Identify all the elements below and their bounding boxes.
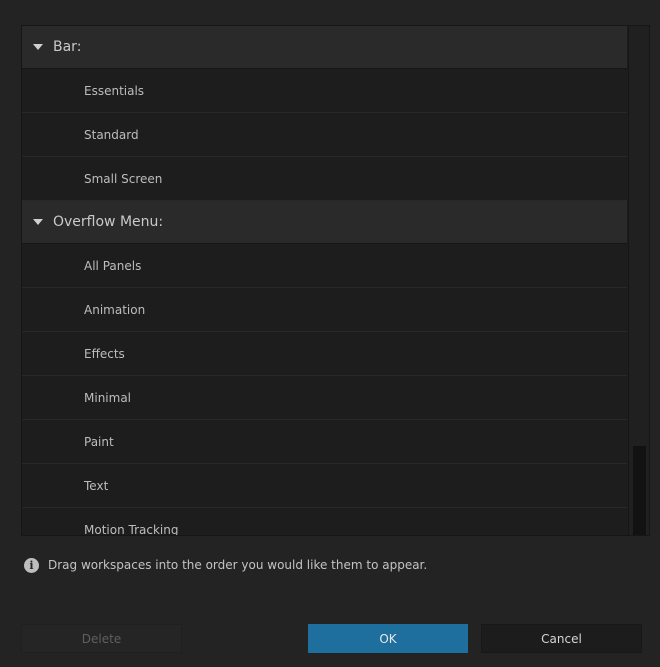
- workspace-item-motion-tracking[interactable]: Motion Tracking: [22, 508, 627, 535]
- workspace-item-essentials[interactable]: Essentials: [22, 69, 627, 113]
- scrollbar-thumb[interactable]: [633, 446, 646, 535]
- workspace-item-label: Paint: [84, 434, 114, 449]
- group-header-bar[interactable]: Bar:: [22, 26, 627, 69]
- ok-button[interactable]: OK: [308, 624, 468, 653]
- workspace-item-label: Essentials: [84, 83, 145, 98]
- workspace-item-label: Motion Tracking: [84, 522, 179, 536]
- info-icon: i: [24, 557, 39, 573]
- workspace-item-label: Effects: [84, 346, 125, 361]
- workspace-item-label: Standard: [84, 127, 139, 142]
- workspace-item-animation[interactable]: Animation: [22, 288, 627, 332]
- workspace-list-content: Bar: Essentials Standard Small Screen Ov…: [22, 26, 627, 535]
- workspace-item-small-screen[interactable]: Small Screen: [22, 157, 627, 201]
- workspace-item-label: Text: [84, 478, 109, 493]
- cancel-button[interactable]: Cancel: [481, 624, 642, 653]
- edit-workspaces-dialog: Bar: Essentials Standard Small Screen Ov…: [0, 0, 660, 667]
- workspace-list: Bar: Essentials Standard Small Screen Ov…: [21, 25, 650, 536]
- group-label: Bar:: [53, 39, 82, 55]
- workspace-item-label: Animation: [84, 302, 146, 317]
- workspace-item-minimal[interactable]: Minimal: [22, 376, 627, 420]
- workspace-item-label: All Panels: [84, 258, 142, 273]
- workspace-item-text[interactable]: Text: [22, 464, 627, 508]
- group-header-overflow-menu[interactable]: Overflow Menu:: [22, 201, 627, 244]
- triangle-down-icon[interactable]: [33, 44, 43, 50]
- workspace-item-label: Minimal: [84, 390, 132, 405]
- workspace-item-label: Small Screen: [84, 171, 163, 186]
- workspace-item-standard[interactable]: Standard: [22, 113, 627, 157]
- group-label: Overflow Menu:: [53, 214, 164, 230]
- workspace-item-all-panels[interactable]: All Panels: [22, 244, 627, 288]
- vertical-scrollbar[interactable]: [628, 26, 649, 535]
- info-text: Drag workspaces into the order you would…: [48, 558, 428, 572]
- triangle-down-icon[interactable]: [33, 219, 43, 225]
- delete-button[interactable]: Delete: [21, 624, 182, 653]
- info-message: i Drag workspaces into the order you wou…: [24, 556, 427, 574]
- workspace-item-paint[interactable]: Paint: [22, 420, 627, 464]
- workspace-item-effects[interactable]: Effects: [22, 332, 627, 376]
